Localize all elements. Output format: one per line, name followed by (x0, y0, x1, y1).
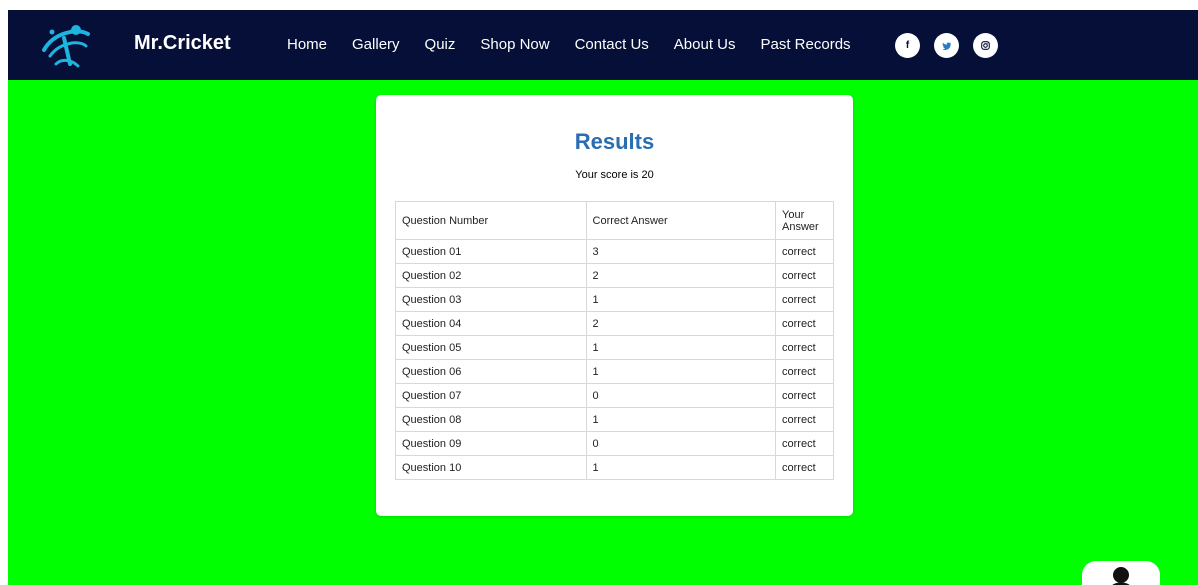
table-row: Question 10 1 correct (395, 455, 834, 480)
nav-link-gallery[interactable]: Gallery (352, 36, 400, 53)
table-row: Question 07 0 correct (395, 383, 834, 408)
your-answer-cell: correct (775, 383, 834, 408)
instagram-icon (981, 41, 990, 50)
your-answer-cell: correct (775, 311, 834, 336)
question-cell: Question 02 (395, 263, 587, 288)
question-cell: Question 10 (395, 455, 587, 480)
your-answer-cell: correct (775, 287, 834, 312)
table-row: Question 01 3 correct (395, 239, 834, 264)
column-header-correct-answer: Correct Answer (585, 201, 777, 240)
your-answer-cell: correct (775, 359, 834, 384)
chat-widget-button[interactable] (1082, 561, 1160, 585)
table-row: Question 02 2 correct (395, 263, 834, 288)
your-answer-cell: correct (775, 407, 834, 432)
results-card: Results Your score is 20 Question Number… (376, 95, 853, 516)
correct-answer-cell: 1 (585, 359, 777, 384)
question-cell: Question 06 (395, 359, 587, 384)
main-content: Results Your score is 20 Question Number… (8, 80, 1198, 585)
cricket-logo-icon[interactable] (36, 20, 96, 70)
your-answer-cell: correct (775, 431, 834, 456)
nav-link-about-us[interactable]: About Us (674, 36, 736, 53)
question-cell: Question 08 (395, 407, 587, 432)
question-cell: Question 07 (395, 383, 587, 408)
correct-answer-cell: 3 (585, 239, 777, 264)
correct-answer-cell: 0 (585, 383, 777, 408)
table-row: Question 06 1 correct (395, 359, 834, 384)
correct-answer-cell: 2 (585, 311, 777, 336)
question-cell: Question 03 (395, 287, 587, 312)
table-row: Question 08 1 correct (395, 407, 834, 432)
question-cell: Question 05 (395, 335, 587, 360)
your-answer-cell: correct (775, 455, 834, 480)
facebook-button[interactable]: f (895, 33, 920, 58)
correct-answer-cell: 1 (585, 287, 777, 312)
score-text: Your score is 20 (575, 169, 654, 181)
nav-link-shop-now[interactable]: Shop Now (480, 36, 549, 53)
table-row: Question 04 2 correct (395, 311, 834, 336)
correct-answer-cell: 1 (585, 455, 777, 480)
correct-answer-cell: 1 (585, 407, 777, 432)
question-cell: Question 09 (395, 431, 587, 456)
your-answer-cell: correct (775, 263, 834, 288)
user-avatar-icon (1112, 567, 1130, 585)
table-header-row: Question Number Correct Answer Your Answ… (395, 201, 834, 240)
twitter-button[interactable] (934, 33, 959, 58)
nav-link-quiz[interactable]: Quiz (425, 36, 456, 53)
question-cell: Question 04 (395, 311, 587, 336)
correct-answer-cell: 2 (585, 263, 777, 288)
brand-name[interactable]: Mr.Cricket (134, 32, 231, 55)
table-row: Question 09 0 correct (395, 431, 834, 456)
instagram-button[interactable] (973, 33, 998, 58)
results-title: Results (574, 129, 655, 154)
results-table: Question Number Correct Answer Your Answ… (395, 201, 834, 480)
correct-answer-cell: 1 (585, 335, 777, 360)
your-answer-cell: correct (775, 239, 834, 264)
facebook-icon: f (905, 40, 910, 51)
nav-links: Home Gallery Quiz Shop Now Contact Us Ab… (287, 36, 876, 53)
nav-link-home[interactable]: Home (287, 36, 327, 53)
table-row: Question 03 1 correct (395, 287, 834, 312)
twitter-icon (942, 42, 951, 50)
social-links: f (895, 33, 1012, 58)
nav-link-contact-us[interactable]: Contact Us (575, 36, 649, 53)
nav-link-past-records[interactable]: Past Records (761, 36, 851, 53)
your-answer-cell: correct (775, 335, 834, 360)
navbar: Mr.Cricket Home Gallery Quiz Shop Now Co… (8, 10, 1198, 80)
column-header-your-answer: Your Answer (775, 201, 834, 240)
browser-viewport: Mr.Cricket Home Gallery Quiz Shop Now Co… (8, 10, 1198, 585)
table-row: Question 05 1 correct (395, 335, 834, 360)
question-cell: Question 01 (395, 239, 587, 264)
column-header-question-number: Question Number (395, 201, 587, 240)
correct-answer-cell: 0 (585, 431, 777, 456)
